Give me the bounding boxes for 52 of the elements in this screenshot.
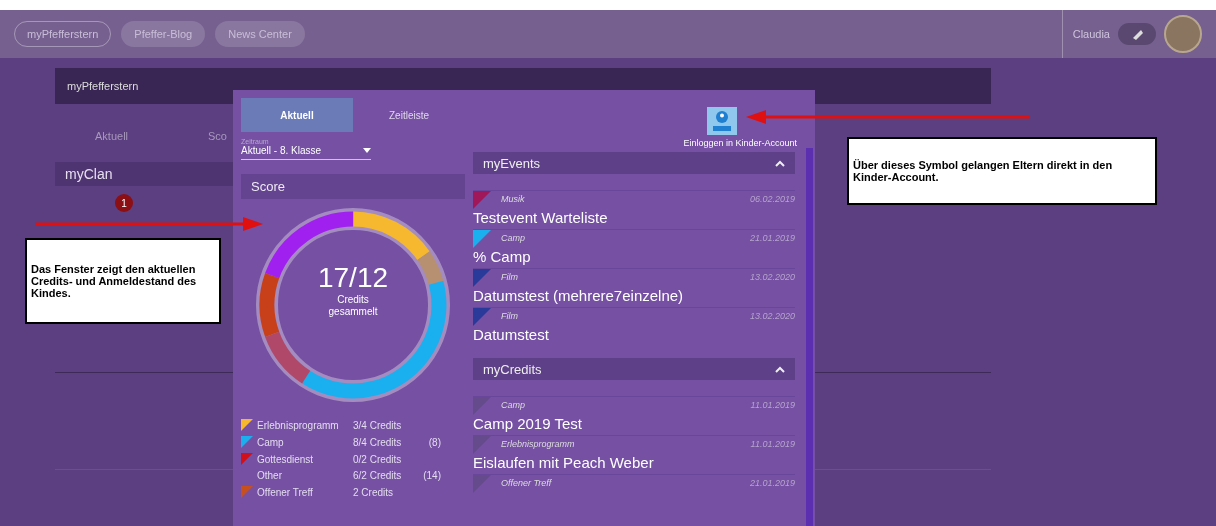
notification-button[interactable]	[1118, 23, 1156, 45]
annotation-note: Über dieses Symbol gelangen Eltern direkt in den Kinder-Account.	[847, 137, 1157, 205]
event-category: Musik	[501, 194, 526, 204]
page-tab[interactable]: Aktuell	[95, 130, 129, 142]
event-category: Offener Treff	[501, 478, 553, 488]
score-header: Score	[241, 174, 465, 199]
event-title[interactable]: Testevent Warteliste	[473, 207, 795, 229]
section-header[interactable]: myCredits	[473, 358, 795, 380]
category-credits: 8/4 Credits	[353, 436, 403, 448]
event-category: Camp	[501, 233, 526, 243]
event-title[interactable]: Datumstest	[473, 324, 795, 346]
category-extra: (14)	[422, 470, 441, 481]
category-name: Gottesdienst	[257, 453, 315, 465]
scrollbar[interactable]	[806, 148, 813, 526]
annotation-note: Das Fenster zeigt den aktuellen Credits- und Anmeldestand des Kindes.	[25, 238, 221, 324]
count-badge: 1	[115, 194, 133, 212]
event-date: 13.02.2020	[749, 272, 795, 282]
event-date: 11.01.2019	[750, 439, 795, 449]
event-category: Erlebnisprogramm	[501, 439, 576, 449]
page-tab[interactable]: Sco	[208, 130, 227, 142]
caret-icon	[363, 148, 371, 153]
event-date: 13.02.2020	[749, 311, 795, 321]
credits-caption: Credits gesammelt	[327, 294, 379, 318]
event-date: 06.02.2019	[749, 194, 795, 204]
chevron-icon	[775, 365, 785, 373]
category-extra: (8)	[427, 436, 441, 448]
event-title[interactable]: Camp 2019 Test	[473, 413, 795, 435]
user-avatar[interactable]	[1164, 15, 1202, 53]
category-name: Camp	[257, 436, 285, 448]
event-title[interactable]: Datumstest (mehrere7einzelne)	[473, 285, 795, 307]
category-name: Offener Treff	[257, 486, 314, 498]
window-tab[interactable]: Aktuell	[241, 98, 353, 132]
user-name: Claudia	[1072, 28, 1110, 40]
event-title[interactable]: % Camp	[473, 246, 795, 268]
credits-total: 17/12	[317, 262, 389, 294]
event-date: 11.01.2019	[750, 400, 795, 410]
event-category: Camp	[501, 400, 526, 410]
child-account-icon[interactable]	[707, 107, 737, 135]
event-category: Film	[501, 311, 519, 321]
event-category: Film	[501, 272, 519, 282]
category-name: Erlebnisprogramm	[257, 419, 340, 431]
section-header[interactable]: myEvents	[473, 152, 795, 174]
category-credits: 0/2 Credits	[353, 453, 403, 465]
child-login-label[interactable]: Einloggen in Kinder-Account	[683, 138, 797, 148]
event-date: 21.01.2019	[749, 478, 795, 488]
event-date: 21.01.2019	[749, 233, 795, 243]
category-credits: 6/2 Credits	[353, 470, 403, 481]
category-credits: 2 Credits	[353, 486, 394, 498]
chevron-icon	[775, 159, 785, 167]
category-name: Other	[257, 470, 283, 481]
event-title[interactable]: Eislaufen mit Peach Weber	[473, 452, 795, 474]
category-credits: 3/4 Credits	[353, 419, 403, 431]
